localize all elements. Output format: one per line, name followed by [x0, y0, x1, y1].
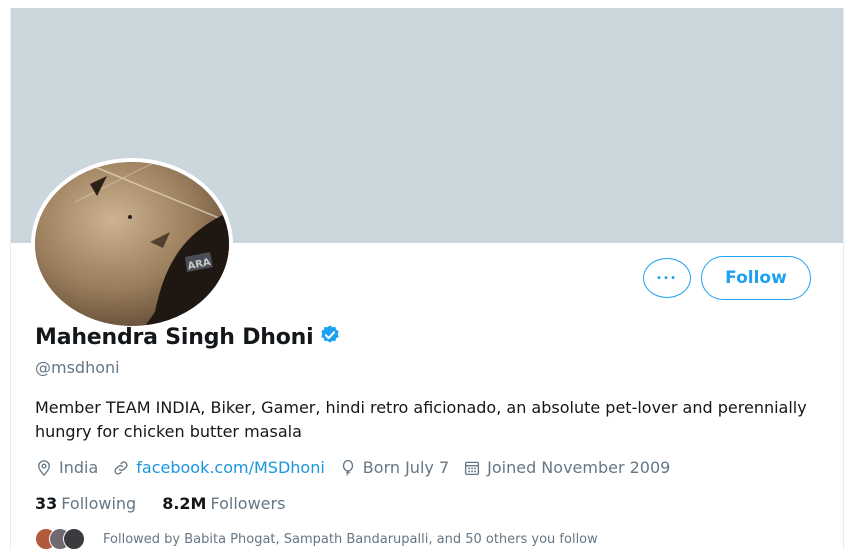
followers-label: Followers: [210, 494, 286, 513]
profile-meta: India facebook.com/MSDhoni Born July 7 J…: [35, 458, 684, 477]
profile-handle: @msdhoni: [35, 358, 120, 377]
website-link[interactable]: facebook.com/MSDhoni: [136, 458, 325, 477]
following-label: Following: [61, 494, 137, 513]
following-stat[interactable]: 33 Following: [35, 494, 136, 513]
following-count: 33: [35, 494, 58, 513]
link-icon: [114, 460, 128, 475]
verified-badge-icon: [319, 324, 341, 350]
joined-item: Joined November 2009: [463, 458, 670, 477]
followers-you-know-avatars: [35, 528, 89, 550]
profile-bio: Member TEAM INDIA, Biker, Gamer, hindi r…: [35, 398, 807, 441]
followed-by-row[interactable]: Followed by Babita Phogat, Sampath Banda…: [35, 528, 598, 550]
birthday-item: Born July 7: [339, 458, 449, 477]
profile-name: Mahendra Singh Dhoni: [35, 324, 314, 350]
balloon-icon: [342, 459, 353, 476]
location-text: India: [59, 458, 99, 477]
avatar[interactable]: ARA: [31, 158, 233, 330]
joined-text: Joined November 2009: [487, 458, 671, 477]
followed-by-text: Followed by Babita Phogat, Sampath Banda…: [103, 531, 598, 547]
location-item: India: [35, 458, 98, 477]
profile-card: ARA ··· Follow Mahendra Singh Dhoni @msd…: [10, 8, 844, 550]
profile-stats: 33 Following 8.2M Followers: [35, 494, 311, 513]
location-icon: [38, 459, 50, 476]
website-item: facebook.com/MSDhoni: [112, 458, 325, 477]
mini-avatar: [63, 528, 85, 550]
calendar-icon: [465, 461, 480, 475]
birthday-text: Born July 7: [362, 458, 450, 477]
followers-stat[interactable]: 8.2M Followers: [162, 494, 285, 513]
more-options-button[interactable]: ···: [643, 258, 691, 298]
follow-button[interactable]: Follow: [701, 256, 811, 300]
followers-count: 8.2M: [162, 494, 207, 513]
